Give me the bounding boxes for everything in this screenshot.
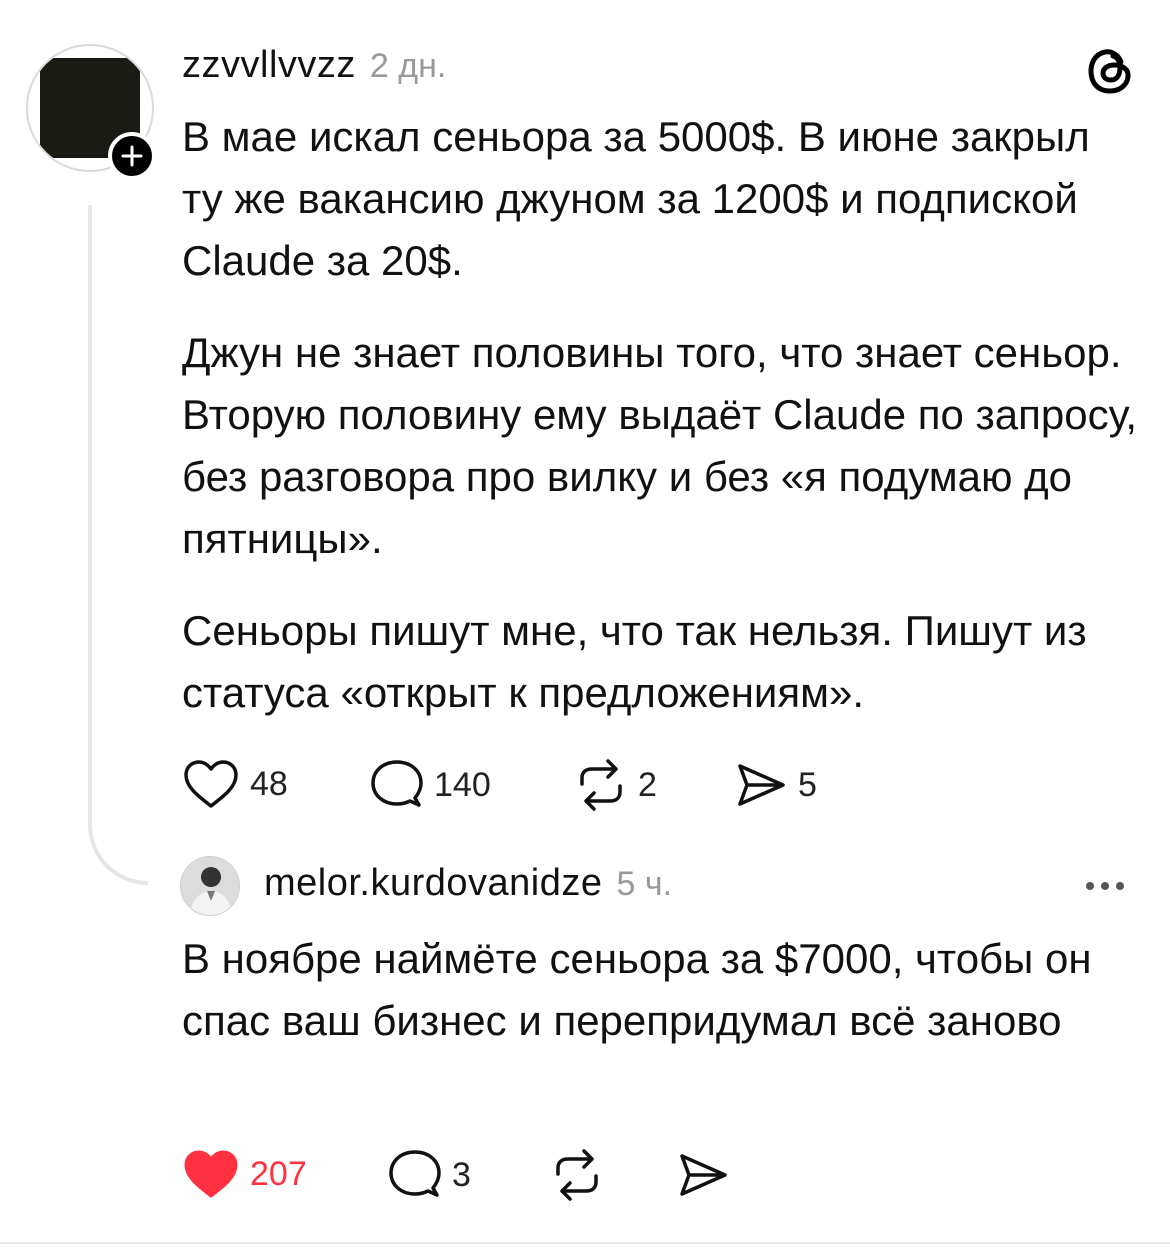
post-header: zzvvllvvzz 2 дн. <box>182 44 446 87</box>
threads-logo-icon[interactable] <box>1080 40 1142 107</box>
reply-text: В ноябре наймёте сеньора за $7000, чтобы… <box>182 935 1092 1044</box>
like-button[interactable]: 48 <box>182 758 288 810</box>
reply-count: 140 <box>434 765 491 804</box>
comment-icon <box>371 760 423 807</box>
post-paragraph: В мае искал сеньора за 5000$. В июне зак… <box>182 113 1090 284</box>
heart-icon <box>184 1150 238 1198</box>
reply-header: melor.kurdovanidze 5 ч. <box>264 862 672 905</box>
reply-username[interactable]: melor.kurdovanidze <box>264 862 603 905</box>
like-count: 48 <box>250 764 288 803</box>
share-button[interactable] <box>676 1148 730 1202</box>
author-username[interactable]: zzvvllvvzz <box>182 44 356 87</box>
reply-count: 3 <box>452 1155 471 1194</box>
reply-timestamp: 5 ч. <box>616 865 673 903</box>
comment-icon <box>389 1150 441 1197</box>
plus-icon <box>121 145 143 167</box>
share-button[interactable]: 5 <box>734 758 817 812</box>
more-icon[interactable] <box>1086 882 1124 890</box>
repost-icon <box>556 1149 598 1201</box>
like-count: 207 <box>250 1154 307 1193</box>
avatar-image <box>181 857 239 915</box>
follow-plus-icon[interactable] <box>108 132 156 180</box>
reply-button[interactable]: 140 <box>370 758 491 812</box>
post-timestamp: 2 дн. <box>369 47 447 85</box>
thread-connector-line <box>88 205 148 885</box>
repost-icon <box>580 759 622 811</box>
reply-author-avatar[interactable] <box>180 856 240 916</box>
like-button[interactable]: 207 <box>182 1148 307 1200</box>
reply-body: В ноябре наймёте сеньора за $7000, чтобы… <box>182 928 1142 1052</box>
share-icon <box>680 1154 727 1196</box>
repost-count: 2 <box>638 765 657 804</box>
post-body: В мае искал сеньора за 5000$. В июне зак… <box>182 106 1142 724</box>
repost-button[interactable] <box>550 1148 604 1202</box>
share-icon <box>738 764 785 806</box>
post-paragraph: Сеньоры пишут мне, что так нельзя. Пишут… <box>182 607 1087 716</box>
heart-icon <box>184 760 238 808</box>
reply-button[interactable]: 3 <box>388 1148 471 1202</box>
share-count: 5 <box>798 765 817 804</box>
divider <box>0 1242 1170 1244</box>
post-paragraph: Джун не знает половины того, что знает с… <box>182 329 1138 562</box>
repost-button[interactable]: 2 <box>574 758 657 812</box>
